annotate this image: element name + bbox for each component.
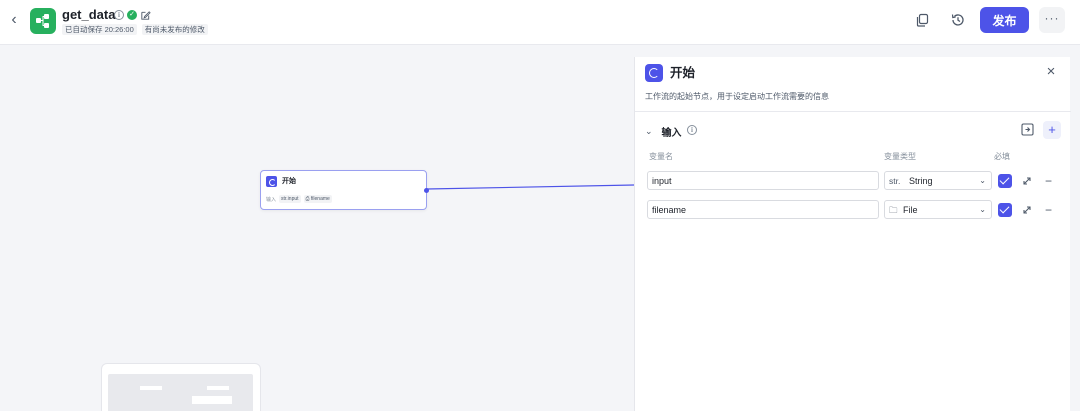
close-panel-button[interactable]: × [1043,64,1059,80]
title-icons: i ✓ [114,8,151,22]
start-node[interactable]: 开始 输入 str.input ⎙ filename [260,170,429,210]
variable-name-input[interactable] [647,200,879,219]
info-icon[interactable]: i [114,10,124,20]
start-node-param: str.input [279,195,301,203]
folder-icon: 🗀 [889,205,898,215]
workflow-icon [30,8,56,34]
node-config-panel: 开始 × 工作流的起始节点，用于设定启动工作流需要的信息 ⌄ 输入 i + 变量… [634,57,1071,411]
chevron-down-icon: ⌄ [979,176,986,185]
collapse-icon[interactable] [1019,121,1036,138]
column-header-type: 变量类型 [884,152,916,161]
required-checkbox[interactable] [998,174,1012,188]
remove-variable-button[interactable]: − [1045,204,1055,216]
workflow-title: get_data [62,7,116,22]
minimap-viewport [108,374,253,411]
top-bar: ‹ get_data i ✓ 已自动保存 20:26:00 有尚未发布的修改 发… [0,0,1080,45]
expand-icon[interactable] [1021,204,1033,216]
variable-type-select[interactable]: 🗀 File ⌄ [884,200,992,219]
start-node-icon [645,64,663,82]
copy-icon[interactable] [914,11,932,29]
inputs-section-toggle[interactable]: ⌄ 输入 [645,124,682,139]
divider [635,111,1071,112]
info-icon[interactable]: i [687,125,697,135]
variable-type-select[interactable]: str. String ⌄ [884,171,992,190]
history-icon[interactable] [949,11,967,29]
start-node-inputs-label: 输入 [266,196,277,203]
minimap[interactable] [101,363,261,411]
node-connection-edge [427,184,634,190]
autosave-tag: 已自动保存 20:26:00 [62,24,137,35]
chevron-down-icon: ⌄ [645,125,653,136]
variable-type-label: File [903,205,918,215]
back-button[interactable]: ‹ [6,11,22,29]
panel-title: 开始 [670,66,696,80]
save-status: 已自动保存 20:26:00 有尚未发布的修改 [62,24,208,35]
workflow-canvas[interactable]: 开始 输入 str.input ⎙ filename [0,46,634,411]
start-node-icon [266,176,277,187]
variable-name-input[interactable] [647,171,879,190]
edit-icon[interactable] [140,10,151,21]
inputs-section-title: 输入 [661,127,682,139]
required-checkbox[interactable] [998,203,1012,217]
start-node-inputs: 输入 str.input ⎙ filename [266,195,332,203]
minimap-node [192,396,232,404]
more-options-button[interactable]: ··· [1039,7,1065,33]
variable-type-label: String [909,176,933,186]
publish-button[interactable]: 发布 [980,7,1029,33]
string-type-icon: str. [889,176,901,186]
minimap-node [140,386,162,390]
panel-description: 工作流的起始节点，用于设定启动工作流需要的信息 [645,92,829,101]
minimap-node [207,386,229,390]
unpublished-changes-tag: 有尚未发布的修改 [141,24,208,35]
remove-variable-button[interactable]: − [1045,175,1055,187]
column-header-required: 必填 [994,152,1010,161]
chevron-down-icon: ⌄ [979,205,986,214]
start-node-param: ⎙ filename [303,195,332,203]
add-variable-button[interactable]: + [1043,121,1061,139]
column-header-name: 变量名 [649,152,673,161]
expand-icon[interactable] [1021,175,1033,187]
start-node-title: 开始 [282,178,296,185]
published-check-icon: ✓ [127,10,137,20]
